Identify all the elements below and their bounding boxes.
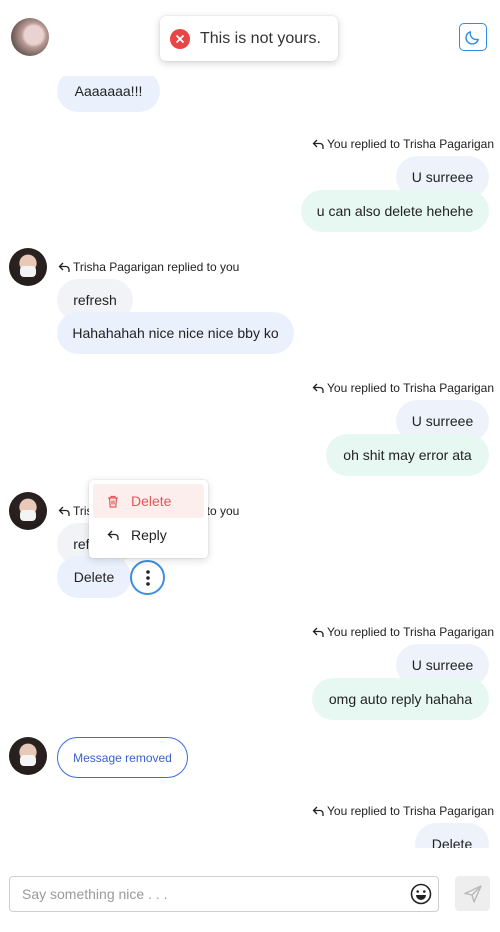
reply-meta: You replied to Trisha Pagarigan bbox=[312, 625, 494, 639]
quoted-bubble[interactable]: Delete bbox=[415, 823, 489, 848]
message-input[interactable] bbox=[9, 876, 439, 912]
error-toast: This is not yours. bbox=[160, 16, 338, 61]
avatar[interactable] bbox=[9, 248, 47, 286]
reply-arrow-icon bbox=[58, 262, 70, 272]
reply-meta: You replied to Trisha Pagarigan bbox=[312, 137, 494, 151]
send-icon bbox=[463, 884, 482, 903]
reply-meta: Trisha Pagarigan replied to you bbox=[58, 260, 239, 274]
message-bubble[interactable]: Delete bbox=[57, 556, 131, 598]
message-feed[interactable]: Aaaaaaa!!! You replied to Trisha Pagarig… bbox=[0, 0, 500, 848]
send-button[interactable] bbox=[455, 876, 490, 911]
message-bubble[interactable]: oh shit may error ata bbox=[326, 434, 489, 476]
avatar[interactable] bbox=[11, 18, 49, 56]
more-vertical-icon bbox=[145, 569, 150, 586]
trash-icon bbox=[108, 495, 118, 508]
message-options-button[interactable] bbox=[130, 560, 165, 595]
reply-arrow-icon bbox=[58, 506, 70, 516]
menu-item-label: Reply bbox=[131, 527, 167, 543]
menu-item-delete[interactable]: Delete bbox=[93, 484, 204, 518]
avatar[interactable] bbox=[9, 737, 47, 775]
reply-arrow-icon bbox=[312, 383, 324, 393]
error-icon bbox=[170, 28, 190, 49]
message-bubble[interactable]: Aaaaaaa!!! bbox=[57, 70, 160, 112]
reply-icon bbox=[107, 530, 119, 540]
message-bubble[interactable]: omg auto reply hahaha bbox=[312, 678, 489, 720]
reply-arrow-icon bbox=[312, 806, 324, 816]
removed-message-bubble[interactable]: Message removed bbox=[57, 737, 188, 778]
menu-item-label: Delete bbox=[131, 493, 172, 509]
message-context-menu: Delete Reply bbox=[89, 480, 208, 558]
message-bubble[interactable]: Hahahahah nice nice nice bby ko bbox=[57, 312, 294, 354]
reply-arrow-icon bbox=[312, 627, 324, 637]
message-bubble[interactable]: u can also delete hehehe bbox=[301, 190, 489, 232]
reply-meta: You replied to Trisha Pagarigan bbox=[312, 381, 494, 395]
avatar[interactable] bbox=[9, 492, 47, 530]
reply-arrow-icon bbox=[312, 139, 324, 149]
theme-toggle-button[interactable] bbox=[459, 23, 487, 51]
moon-icon bbox=[465, 31, 479, 45]
menu-item-reply[interactable]: Reply bbox=[93, 518, 204, 552]
smiley-icon bbox=[410, 883, 432, 905]
message-text: Aaaaaaa!!! bbox=[74, 83, 143, 99]
reply-meta: You replied to Trisha Pagarigan bbox=[312, 804, 494, 818]
toast-message: This is not yours. bbox=[200, 29, 321, 47]
emoji-button[interactable] bbox=[410, 883, 432, 905]
